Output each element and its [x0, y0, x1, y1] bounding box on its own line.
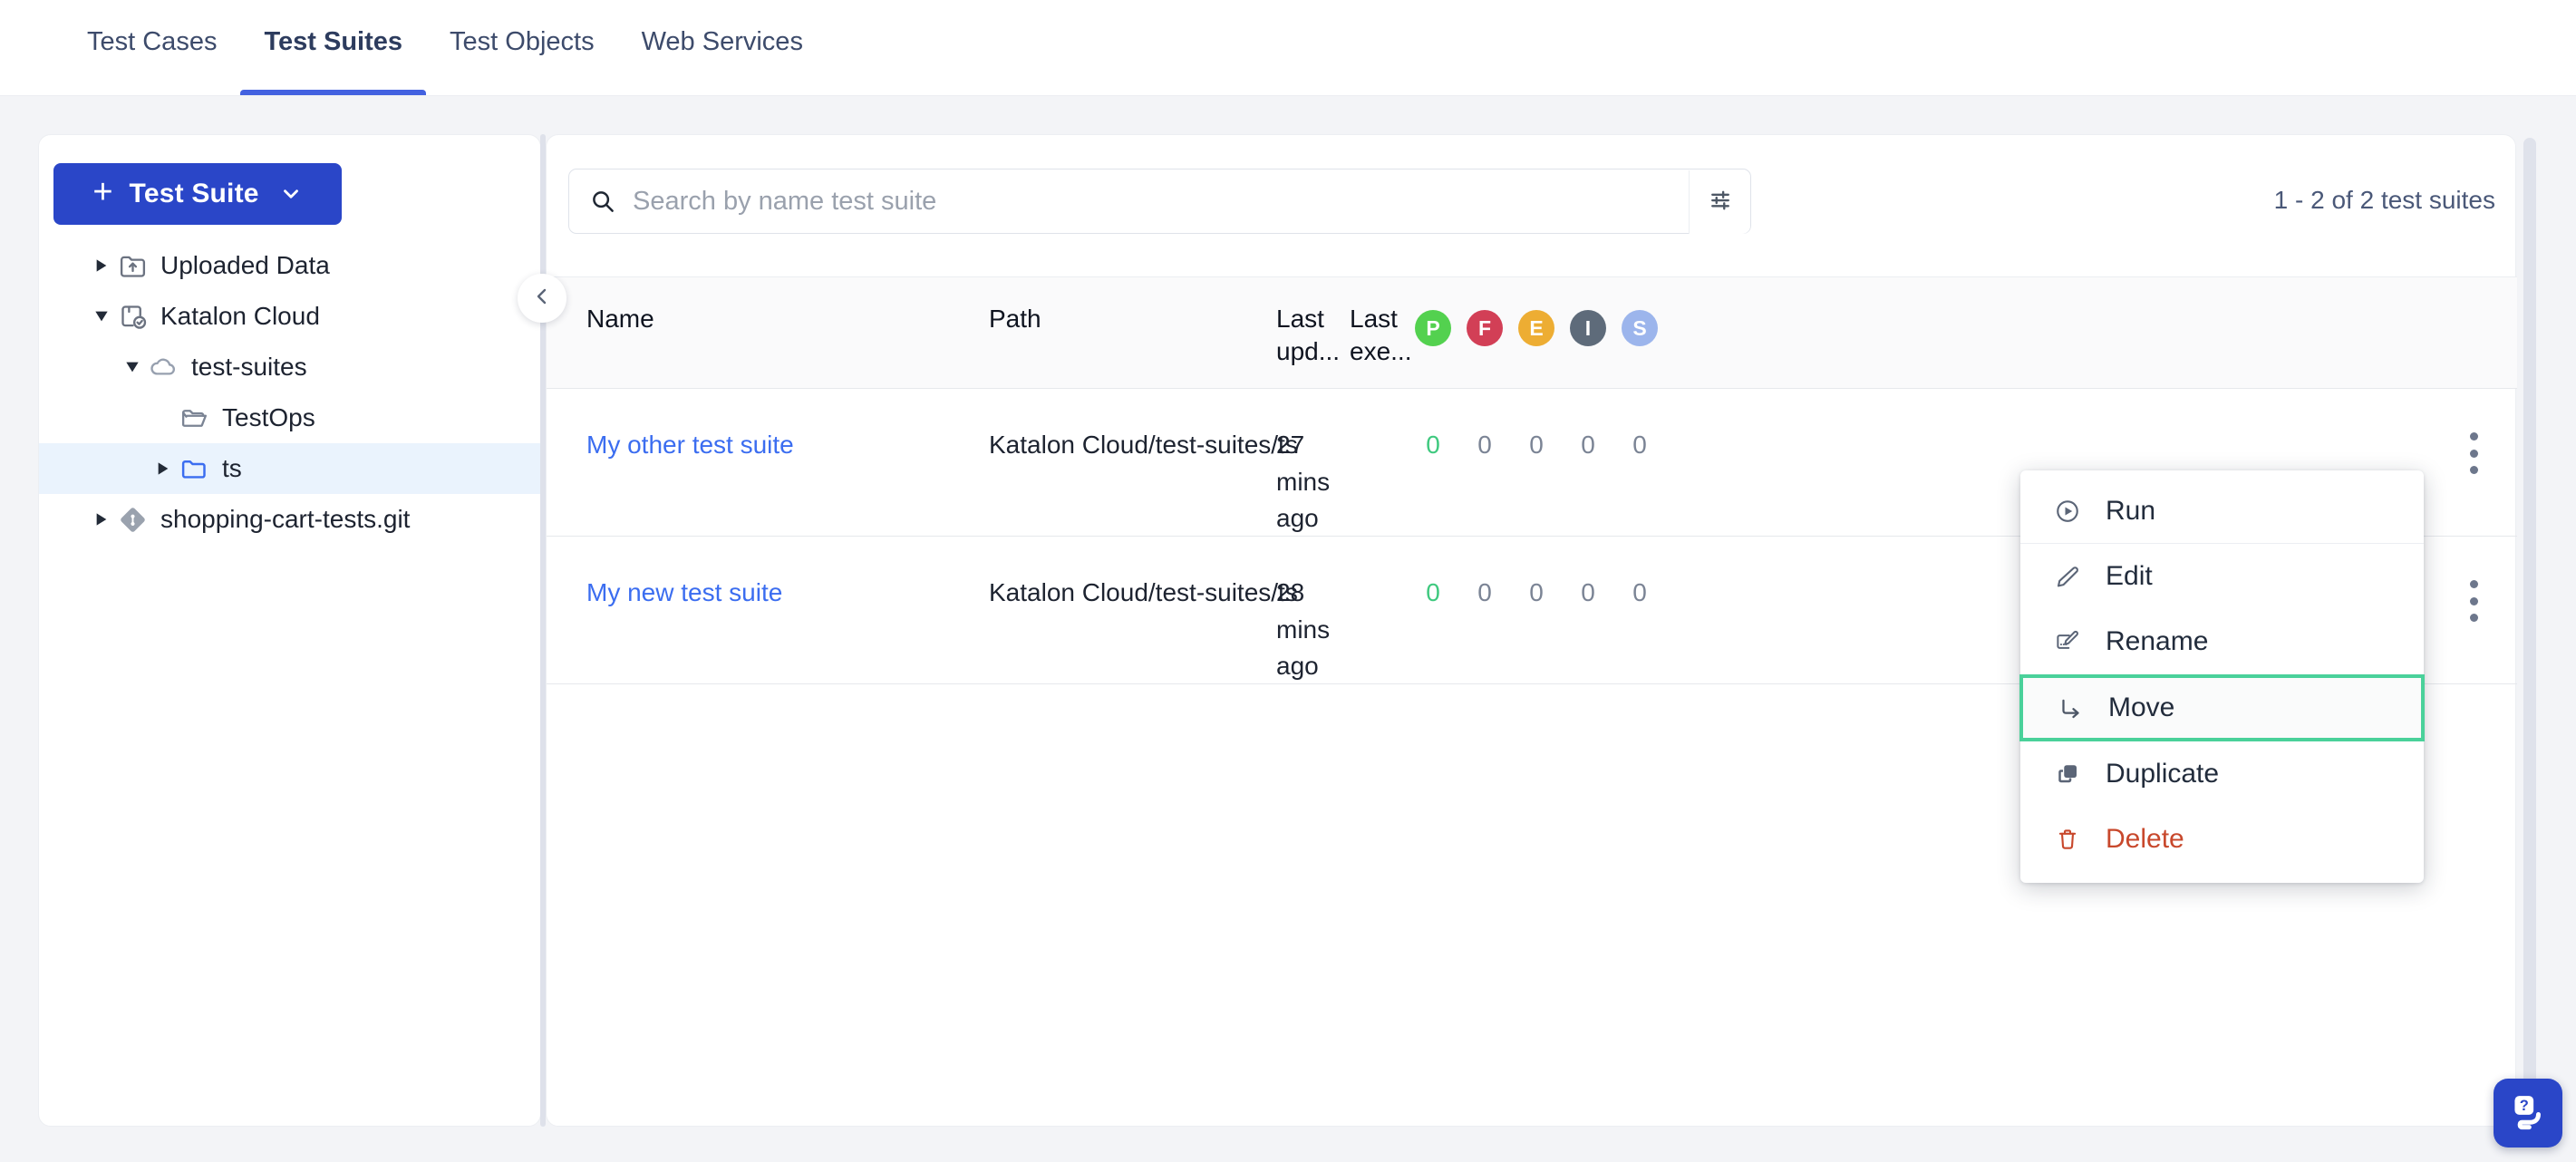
tab-test-cases[interactable]: Test Cases: [63, 0, 240, 96]
column-header-path[interactable]: Path: [989, 303, 1041, 335]
sidebar-panel: + Test Suite Uploaded Data Katalon Cloud…: [38, 134, 542, 1127]
filter-sliders-icon: [1707, 187, 1734, 218]
error-count[interactable]: 0: [1517, 575, 1555, 612]
chevron-down-icon: [279, 182, 303, 206]
error-badge[interactable]: E: [1518, 310, 1554, 346]
incomplete-count[interactable]: 0: [1569, 427, 1607, 464]
vertical-scrollbar[interactable]: [2523, 138, 2536, 1124]
tree-item-label: Katalon Cloud: [160, 302, 320, 330]
test-suite-name-link[interactable]: My new test suite: [586, 575, 782, 612]
last-updated-value: 27 mins ago: [1276, 431, 1331, 533]
menu-item-delete[interactable]: Delete: [2020, 807, 2424, 872]
tree-item-label: TestOps: [222, 403, 315, 431]
cloud-icon: [144, 353, 182, 382]
tree-item-label: ts: [222, 454, 242, 482]
chevron-left-icon: [531, 286, 553, 312]
failed-badge[interactable]: F: [1467, 310, 1503, 346]
incomplete-badge[interactable]: I: [1570, 310, 1606, 346]
incomplete-count[interactable]: 0: [1569, 575, 1607, 612]
search-row: 1 - 2 of 2 test suites: [568, 169, 2495, 234]
tree-item-label: Uploaded Data: [160, 251, 330, 279]
menu-item-duplicate[interactable]: Duplicate: [2020, 741, 2424, 807]
tree-item-test-suites[interactable]: test-suites: [39, 342, 542, 392]
column-header-name[interactable]: Name: [586, 303, 654, 335]
column-header-last-updated[interactable]: Last upd...: [1276, 303, 1340, 369]
move-arrow-icon: [2056, 694, 2085, 721]
duplicate-icon: [2053, 760, 2082, 788]
trash-icon: [2053, 826, 2082, 853]
create-test-suite-button[interactable]: + Test Suite: [53, 163, 342, 225]
caret-expanded-icon[interactable]: [90, 309, 113, 324]
folder-blue-icon: [175, 454, 213, 484]
caret-collapsed-icon[interactable]: [90, 258, 113, 273]
tree-item-uploaded-data[interactable]: Uploaded Data: [39, 240, 542, 291]
cloud-project-icon: [113, 302, 151, 332]
menu-item-label: Run: [2106, 495, 2156, 526]
play-circle-icon: [2053, 498, 2082, 525]
pencil-icon: [2053, 563, 2082, 590]
folder-open-icon: [175, 403, 213, 433]
tab-test-suites[interactable]: Test Suites: [240, 0, 426, 96]
tree-item-label: test-suites: [191, 353, 307, 381]
caret-expanded-icon[interactable]: [121, 360, 144, 374]
help-chat-icon: ?: [2507, 1090, 2549, 1137]
test-suite-path: Katalon Cloud/test-suites/ts: [989, 578, 1298, 606]
project-tree: Uploaded Data Katalon Cloud test-suites …: [39, 240, 542, 545]
test-suite-path: Katalon Cloud/test-suites/ts: [989, 431, 1298, 459]
tree-item-testops[interactable]: TestOps: [39, 392, 542, 443]
search-box[interactable]: [568, 169, 1751, 234]
menu-item-label: Edit: [2106, 561, 2153, 591]
last-updated-value: 28 mins ago: [1276, 578, 1331, 681]
help-chat-button[interactable]: ?: [2494, 1079, 2562, 1147]
result-count-label: 1 - 2 of 2 test suites: [2273, 186, 2495, 214]
skipped-count[interactable]: 0: [1621, 575, 1659, 612]
tree-item-label: shopping-cart-tests.git: [160, 505, 411, 533]
row-actions-menu-button[interactable]: [2455, 580, 2492, 622]
failed-count[interactable]: 0: [1466, 427, 1504, 464]
search-input[interactable]: [633, 186, 1750, 217]
table-header-row: Name Path Last upd... Last exe... P F E …: [547, 276, 2517, 389]
tab-test-objects[interactable]: Test Objects: [426, 0, 618, 96]
caret-collapsed-icon[interactable]: [151, 461, 175, 476]
skipped-badge[interactable]: S: [1622, 310, 1658, 346]
menu-item-label: Rename: [2106, 626, 2209, 656]
folder-upload-icon: [113, 251, 151, 281]
svg-text:?: ?: [2520, 1098, 2529, 1114]
rename-icon: [2053, 628, 2082, 655]
skipped-count[interactable]: 0: [1621, 427, 1659, 464]
passed-count[interactable]: 0: [1414, 427, 1452, 464]
tree-item-katalon-cloud[interactable]: Katalon Cloud: [39, 291, 542, 342]
plus-icon: +: [92, 173, 113, 211]
tree-item-ts[interactable]: ts: [39, 443, 542, 494]
caret-collapsed-icon[interactable]: [90, 512, 113, 527]
menu-item-move[interactable]: Move: [2019, 674, 2425, 741]
menu-item-label: Delete: [2106, 824, 2184, 854]
column-header-last-executed[interactable]: Last exe...: [1350, 303, 1411, 369]
top-tab-bar: Test Cases Test Suites Test Objects Web …: [0, 0, 2576, 96]
tree-item-shopping-cart-tests-git[interactable]: shopping-cart-tests.git: [39, 494, 542, 545]
git-icon: [113, 505, 151, 535]
menu-item-rename[interactable]: Rename: [2020, 609, 2424, 674]
test-suite-name-link[interactable]: My other test suite: [586, 427, 794, 464]
tab-web-services[interactable]: Web Services: [618, 0, 827, 96]
filter-button[interactable]: [1689, 170, 1750, 234]
passed-count[interactable]: 0: [1414, 575, 1452, 612]
menu-item-label: Move: [2108, 692, 2175, 722]
create-test-suite-label: Test Suite: [129, 179, 259, 208]
menu-item-run[interactable]: Run: [2020, 479, 2424, 544]
tab-list: Test Cases Test Suites Test Objects Web …: [63, 0, 827, 96]
failed-count[interactable]: 0: [1466, 575, 1504, 612]
row-actions-menu-button[interactable]: [2455, 432, 2492, 474]
error-count[interactable]: 0: [1517, 427, 1555, 464]
passed-badge[interactable]: P: [1415, 310, 1451, 346]
menu-item-label: Duplicate: [2106, 759, 2220, 789]
row-context-menu: Run Edit Rename Move Duplicate Delete: [2019, 470, 2425, 883]
collapse-sidebar-button[interactable]: [518, 274, 567, 323]
search-icon: [589, 188, 616, 215]
menu-item-edit[interactable]: Edit: [2020, 544, 2424, 609]
